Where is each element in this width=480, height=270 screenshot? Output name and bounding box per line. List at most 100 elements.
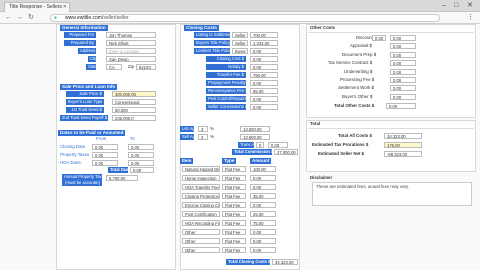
fees-col-item: Item: [180, 158, 194, 164]
other-cost-amount[interactable]: 0.00: [390, 77, 416, 83]
other-cost-amount[interactable]: 0.00: [390, 93, 416, 100]
cost-row-amount[interactable]: 0.00: [250, 104, 278, 110]
browser-tab[interactable]: Title Response - Sellers ✕: [4, 2, 70, 12]
fee-type[interactable]: Flat Fee: [222, 238, 246, 244]
fee-type[interactable]: Flat Fee: [222, 247, 246, 253]
reload-icon[interactable]: ↻: [28, 14, 34, 22]
other-cost-amount[interactable]: 0.00: [390, 68, 416, 75]
cost-row-amount[interactable]: 750.00: [250, 72, 278, 78]
fee-type[interactable]: Flat Fee: [222, 211, 246, 217]
cost-row-who[interactable]: Seller: [232, 32, 248, 38]
cost-row-amount[interactable]: 0.00: [250, 96, 278, 102]
fee-type[interactable]: Flat Fee: [222, 175, 246, 181]
fee-type[interactable]: Flat Fee: [222, 220, 246, 226]
commission-pct[interactable]: 3: [198, 134, 208, 140]
menu-icon[interactable]: ⋮: [467, 14, 474, 22]
minimize-icon[interactable]: –: [442, 1, 446, 10]
cost-row-amount[interactable]: 0.00: [250, 64, 278, 70]
other-costs-header: Other Costs: [310, 25, 336, 30]
fee-type[interactable]: Flat Fee: [222, 202, 246, 208]
fee-item[interactable]: Closing Protection: [182, 193, 220, 199]
other-cost-pct[interactable]: 0.00: [372, 35, 386, 41]
first-trust-input[interactable]: 50,000: [112, 107, 156, 113]
other-cost-amount[interactable]: 0.00: [390, 35, 416, 41]
prepared-by-input[interactable]: Nick Elliott: [106, 40, 156, 46]
fee-amount[interactable]: 75.00: [250, 220, 276, 226]
fees-col-type: Type: [222, 158, 237, 164]
prepared-for-input[interactable]: Jon Thomas: [106, 32, 156, 38]
fee-amount[interactable]: 25.00: [250, 211, 276, 217]
other-cost-amount[interactable]: 0.00: [390, 43, 416, 50]
cost-row-amount[interactable]: 0.00: [250, 56, 278, 62]
forward-icon[interactable]: →: [16, 14, 23, 22]
fee-type[interactable]: Flat Fee: [222, 229, 246, 235]
commission-pct[interactable]: 0: [256, 142, 264, 148]
fee-item[interactable]: HOA Recording Fee: [182, 220, 220, 226]
cost-row-amount[interactable]: 0.00: [250, 80, 278, 86]
url-domain: www.ewtitle.com: [65, 15, 102, 21]
fee-amount[interactable]: 0.00: [250, 247, 276, 253]
fee-amount[interactable]: 100.00: [250, 166, 276, 172]
cost-row-amount[interactable]: 65.00: [250, 88, 278, 94]
zip-input[interactable]: 92103: [136, 64, 156, 70]
fee-amount[interactable]: 0.00: [250, 229, 276, 235]
date-row-label: Property Taxes: [60, 152, 90, 157]
date-row-to[interactable]: 0.00: [128, 152, 154, 158]
loan-type-label: Buyer's Loan Type: [66, 99, 104, 105]
other-cost-label: Document Prep $: [342, 51, 377, 57]
fee-item[interactable]: Home Inspection: [182, 175, 220, 181]
fee-amount[interactable]: 0.00: [250, 238, 276, 244]
maximize-icon[interactable]: □: [454, 1, 458, 10]
date-row-from[interactable]: 0.00: [92, 144, 118, 150]
fee-type[interactable]: Flat Fee: [222, 166, 246, 172]
loan-type-select[interactable]: Conventional: [112, 99, 156, 105]
total-closing-label: Total Closing Costs $: [226, 259, 271, 265]
date-row-from[interactable]: 0.00: [92, 160, 118, 166]
cost-row-amount[interactable]: 1,343.00: [250, 40, 278, 46]
close-tab-icon[interactable]: ✕: [63, 3, 67, 12]
cost-row-amount[interactable]: 700.00: [250, 32, 278, 38]
second-trust-input[interactable]: 235,000.0: [112, 115, 156, 121]
url-path: /seller/seller: [101, 15, 129, 21]
other-cost-amount[interactable]: 0.00: [390, 85, 416, 92]
fee-amount[interactable]: 0.00: [250, 175, 276, 181]
date-row-from[interactable]: 0.00: [92, 152, 118, 158]
fee-amount[interactable]: 0.00: [250, 202, 276, 208]
commission-label: Sell Agt: [180, 134, 197, 140]
tab-title: Title Response - Sellers: [9, 4, 62, 10]
sale-price-input[interactable]: 300,000.00: [112, 91, 156, 97]
city-input[interactable]: San Diego: [106, 56, 156, 62]
cost-row-who[interactable]: Buyer: [232, 48, 248, 54]
total-other-label: Total Other Costs $: [334, 103, 375, 108]
fee-item[interactable]: Escrow Closing Cost: [182, 202, 220, 208]
back-icon[interactable]: ←: [5, 14, 12, 22]
title-bar: Title Response - Sellers ✕ – □ ✕: [0, 0, 480, 12]
state-label: State: [86, 64, 98, 70]
fee-type[interactable]: Flat Fee: [222, 184, 246, 190]
fee-amount[interactable]: 35.00: [250, 193, 276, 199]
fee-item[interactable]: Other: [182, 247, 220, 253]
fee-item[interactable]: Other: [182, 229, 220, 235]
address-bar-row: ← → ↻ ● www.ewtitle.com/seller/seller ☆ …: [0, 12, 480, 24]
commission-amount: 13,500.00: [240, 126, 270, 132]
close-window-icon[interactable]: ✕: [467, 1, 473, 10]
date-row-to[interactable]: 0.00: [128, 160, 154, 166]
fee-amount[interactable]: 0.00: [250, 184, 276, 190]
url-bar[interactable]: ● www.ewtitle.com/seller/seller ☆: [50, 14, 440, 22]
address-input[interactable]: Enter a Location: [106, 48, 156, 54]
fee-item[interactable]: HOA Transfer Fee: [182, 184, 220, 190]
cost-row-who[interactable]: Seller: [232, 40, 248, 46]
commission-pct[interactable]: 3: [198, 126, 208, 132]
fee-item[interactable]: Natural Hazard Dis.: [182, 166, 220, 172]
fee-item[interactable]: Post Certification: [182, 211, 220, 217]
other-cost-amount[interactable]: 0.00: [390, 60, 416, 67]
other-cost-amount[interactable]: 0.00: [390, 51, 416, 58]
date-row-to[interactable]: 0.00: [128, 144, 154, 150]
fee-type[interactable]: Flat Fee: [222, 193, 246, 199]
fee-item[interactable]: Other: [182, 238, 220, 244]
cost-row-amount[interactable]: 0.00: [250, 48, 278, 54]
dates-col-from: From: [96, 136, 107, 141]
annual-tax-input[interactable]: 5,700.00: [106, 175, 138, 181]
cost-row-label: Prepayment Penalty $: [206, 80, 250, 86]
state-input[interactable]: CA: [106, 64, 122, 70]
